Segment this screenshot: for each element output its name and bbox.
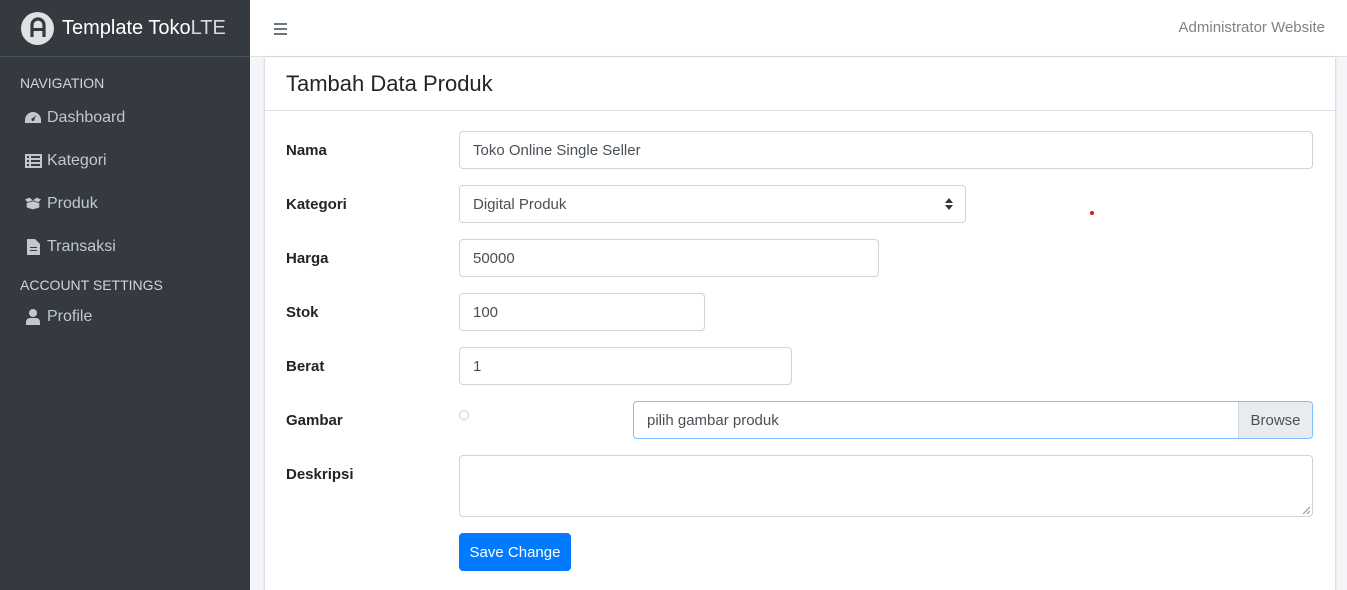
card-header: Tambah Data Produk	[265, 57, 1335, 111]
tachometer-icon	[24, 109, 42, 127]
resize-grip-icon[interactable]	[1302, 506, 1310, 514]
harga-label: Harga	[286, 250, 329, 267]
kategori-select-value: Digital Produk	[473, 195, 567, 213]
page-title: Tambah Data Produk	[286, 70, 493, 96]
sidebar-item-label: Produk	[47, 194, 98, 212]
nama-label: Nama	[286, 142, 327, 159]
sidebar-item-transaksi[interactable]: Transaksi	[0, 225, 250, 268]
file-icon	[24, 238, 42, 256]
nav-header-account: ACCOUNT SETTINGS	[20, 277, 163, 293]
nama-input[interactable]: Toko Online Single Seller	[459, 131, 1313, 169]
stok-input-value: 100	[473, 303, 499, 321]
kategori-select[interactable]: Digital Produk	[459, 185, 966, 223]
select-arrows-icon	[945, 198, 953, 210]
sidebar-item-dashboard[interactable]: Dashboard	[0, 96, 250, 139]
sidebar-item-label: Dashboard	[47, 108, 126, 126]
stok-label: Stok	[286, 304, 319, 321]
sidebar-item-kategori[interactable]: Kategori	[0, 139, 250, 182]
harga-input-value: 50000	[473, 249, 515, 267]
gambar-file-input[interactable]: pilih gambar produk Browse	[633, 401, 1313, 439]
cursor-dot	[1090, 211, 1094, 215]
gambar-label: Gambar	[286, 412, 343, 429]
sidebar-item-label: Transaksi	[47, 237, 116, 255]
deskripsi-label: Deskripsi	[286, 466, 354, 483]
brand[interactable]: Template TokoLTE	[0, 0, 250, 57]
stok-input[interactable]: 100	[459, 293, 705, 331]
brand-name: Template Toko	[62, 16, 191, 39]
user-icon	[24, 308, 42, 326]
file-input-placeholder: pilih gambar produk	[647, 411, 779, 429]
sidebar-item-label: Profile	[47, 307, 93, 325]
sidebar: Template TokoLTE NAVIGATION Dashboard Ka…	[0, 0, 250, 590]
brand-logo-icon	[21, 11, 54, 45]
nama-input-value: Toko Online Single Seller	[473, 141, 641, 159]
nav-header-navigation: NAVIGATION	[20, 75, 105, 91]
brand-suffix: LTE	[190, 16, 226, 39]
berat-input[interactable]: 1	[459, 347, 792, 385]
berat-label: Berat	[286, 358, 325, 375]
hamburger-menu-icon[interactable]	[274, 20, 288, 36]
browse-button[interactable]: Browse	[1238, 402, 1312, 438]
sidebar-item-label: Kategori	[47, 151, 107, 169]
save-change-button[interactable]: Save Change	[459, 533, 571, 571]
kategori-label: Kategori	[286, 196, 347, 213]
box-open-icon	[24, 195, 42, 213]
brand-text: Template TokoLTE	[62, 17, 226, 40]
image-preview-radio[interactable]	[459, 410, 469, 420]
list-icon	[24, 152, 42, 170]
deskripsi-textarea[interactable]	[459, 455, 1313, 517]
berat-input-value: 1	[473, 357, 482, 375]
sidebar-item-profile[interactable]: Profile	[0, 295, 250, 338]
harga-input[interactable]: 50000	[459, 239, 879, 277]
topbar: Administrator Website	[250, 0, 1347, 57]
admin-user-link[interactable]: Administrator Website	[1179, 19, 1325, 36]
sidebar-item-produk[interactable]: Produk	[0, 182, 250, 225]
